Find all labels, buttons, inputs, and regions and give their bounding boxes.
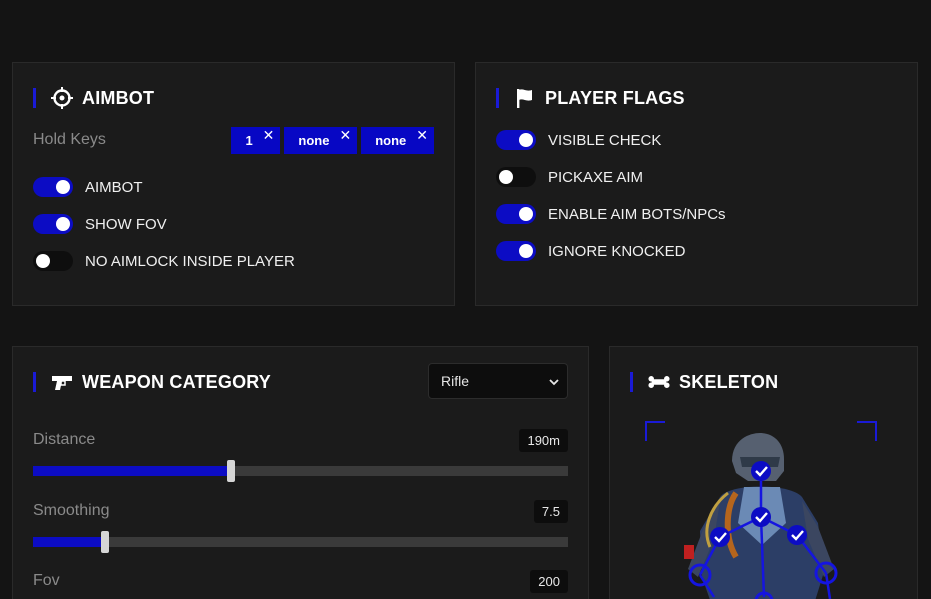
toggle-row-aim-bots: ENABLE AIM BOTS/NPCs (496, 204, 726, 224)
toggle-label: NO AIMLOCK INSIDE PLAYER (85, 252, 295, 270)
toggle-knob (519, 244, 533, 258)
check-icon[interactable] (751, 461, 771, 481)
toggle-knob (56, 180, 70, 194)
slider-thumb[interactable] (226, 460, 235, 482)
bone-icon (648, 371, 670, 393)
player-flags-header: PLAYER FLAGS (496, 87, 685, 109)
weapon-category-panel: WEAPON CATEGORY Rifle Distance 190m Smoo… (12, 346, 589, 599)
toggle-knob (36, 254, 50, 268)
toggle-label: AIMBOT (85, 178, 143, 196)
accent-bar (33, 88, 36, 108)
key-chip-label: none (375, 133, 407, 148)
slider-value: 190m (519, 428, 568, 452)
character-skeleton-figure (684, 433, 838, 599)
pickaxe-aim-toggle[interactable] (496, 167, 536, 187)
toggle-knob (56, 217, 70, 231)
key-chip[interactable]: none ✕ (361, 127, 434, 154)
slider-fill (33, 537, 106, 547)
visible-check-toggle[interactable] (496, 130, 536, 150)
toggle-knob (499, 170, 513, 184)
slider-value: 7.5 (533, 499, 568, 523)
crosshair-icon (51, 87, 73, 109)
distance-slider-track[interactable] (33, 460, 568, 482)
smoothing-slider-track[interactable] (33, 531, 568, 553)
weapon-category-selected: Rifle (441, 373, 470, 389)
toggle-row-aimbot: AIMBOT (33, 177, 143, 197)
toggle-label: PICKAXE AIM (548, 168, 644, 186)
slider-label: Fov (33, 572, 60, 589)
ignore-knocked-toggle[interactable] (496, 241, 536, 261)
remove-key-icon[interactable]: ✕ (416, 127, 428, 144)
flag-icon (514, 87, 536, 109)
toggle-row-show-fov: SHOW FOV (33, 214, 167, 234)
slider-value: 200 (530, 569, 568, 593)
skeleton-title: SKELETON (679, 371, 779, 392)
key-chip[interactable]: 1 ✕ (231, 127, 281, 154)
slider-fill (33, 466, 231, 476)
weapon-category-select[interactable]: Rifle (428, 363, 568, 399)
player-flags-panel: PLAYER FLAGS VISIBLE CHECK PICKAXE AIM E… (475, 62, 918, 306)
player-flags-title: PLAYER FLAGS (545, 87, 685, 108)
smoothing-slider-block: Smoothing 7.5 (33, 499, 568, 553)
toggle-row-pickaxe-aim: PICKAXE AIM (496, 167, 643, 187)
no-aimlock-toggle[interactable] (33, 251, 73, 271)
distance-slider-block: Distance 190m (33, 428, 568, 482)
check-icon[interactable] (787, 525, 807, 545)
toggle-label: VISIBLE CHECK (548, 131, 662, 149)
show-fov-toggle[interactable] (33, 214, 73, 234)
chevron-down-icon (549, 373, 559, 389)
accent-bar (496, 88, 499, 108)
fov-slider-block: Fov 200 (33, 569, 568, 593)
key-chip[interactable]: none ✕ (284, 127, 358, 154)
skeleton-panel: SKELETON (609, 346, 918, 599)
toggle-row-no-aimlock: NO AIMLOCK INSIDE PLAYER (33, 251, 295, 271)
aimbot-title: AIMBOT (82, 87, 155, 108)
weapon-category-header: WEAPON CATEGORY (33, 371, 271, 393)
toggle-row-visible-check: VISIBLE CHECK (496, 130, 661, 150)
aimbot-toggle[interactable] (33, 177, 73, 197)
slider-label: Smoothing (33, 502, 110, 519)
aimbot-panel-header: AIMBOT (33, 87, 154, 109)
toggle-knob (519, 207, 533, 221)
toggle-label: ENABLE AIM BOTS/NPCs (548, 205, 726, 223)
accent-bar (630, 372, 633, 392)
slider-label: Distance (33, 431, 96, 448)
toggle-label: SHOW FOV (85, 215, 167, 233)
remove-key-icon[interactable]: ✕ (263, 127, 275, 144)
key-chip-label: none (298, 133, 330, 148)
check-icon[interactable] (710, 527, 730, 547)
skeleton-header: SKELETON (630, 371, 778, 393)
toggle-knob (519, 133, 533, 147)
key-chip-label: 1 (245, 133, 253, 148)
aim-bots-toggle[interactable] (496, 204, 536, 224)
slider-thumb[interactable] (101, 531, 110, 553)
accent-bar (33, 372, 36, 392)
hold-keys-label: Hold Keys (33, 131, 106, 148)
aimbot-panel: AIMBOT Hold Keys 1 ✕ none ✕ none ✕ AIMBO… (12, 62, 455, 306)
check-icon[interactable] (751, 507, 771, 527)
weapon-category-title: WEAPON CATEGORY (82, 371, 272, 392)
hold-keys-list: 1 ✕ none ✕ none ✕ (231, 127, 434, 154)
toggle-row-ignore-knocked: IGNORE KNOCKED (496, 241, 686, 261)
remove-key-icon[interactable]: ✕ (339, 127, 351, 144)
toggle-label: IGNORE KNOCKED (548, 242, 686, 260)
pistol-icon (51, 371, 73, 393)
